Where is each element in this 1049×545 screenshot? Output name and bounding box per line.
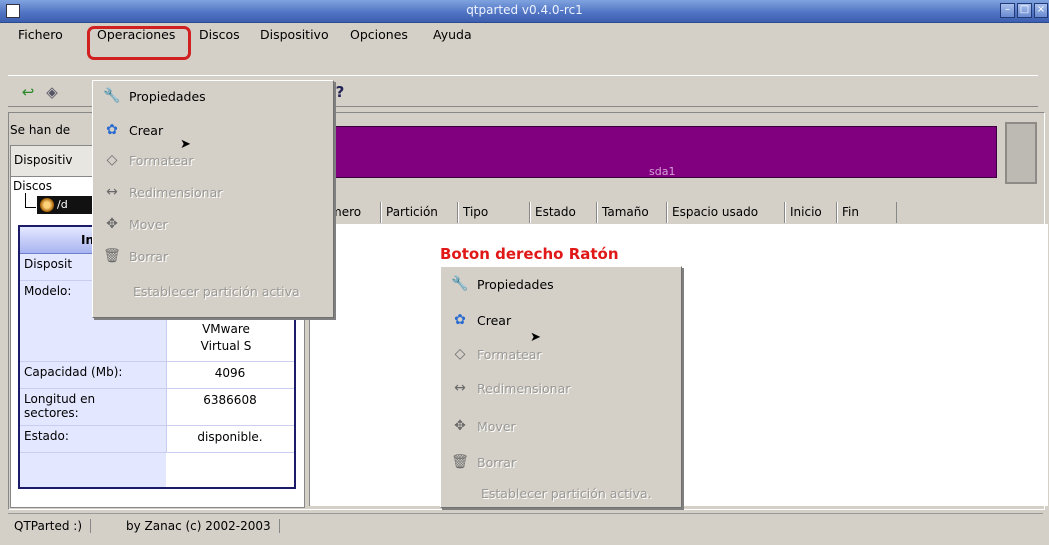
scrollbar-thumb[interactable] [1005,122,1037,184]
tree-root: Discos [13,179,53,193]
status-message: Se han de [10,123,71,137]
menu-item-label: Crear [477,313,512,328]
info-key: Disposit [24,257,73,271]
menu-item-label: Establecer partición activa [133,284,300,299]
info-value: 6386608 [203,393,257,407]
status-right: by Zanac (c) 2002-2003 [126,519,280,533]
eraser-icon: ◇ [106,152,118,168]
menu-item-crear[interactable]: ✿ Crear [441,305,681,335]
create-icon: ✿ [454,312,466,328]
menu-item-label: Borrar [129,249,169,264]
wrench-icon: 🔧 [103,88,121,104]
info-key: Estado: [24,429,69,443]
menu-item-propiedades[interactable]: 🔧 Propiedades [441,269,681,299]
col-estado[interactable]: Estado [530,202,597,223]
right-click-annotation: Boton derecho Ratón [440,245,619,263]
col-tamano[interactable]: Tamaño [597,202,667,223]
resize-icon: ↔ [454,380,466,396]
menu-item-label: Propiedades [477,277,554,292]
menu-item-establecer-activa[interactable]: Establecer partición activa. [441,478,681,508]
disk-icon[interactable]: ◈ [42,83,62,101]
close-button[interactable]: × [1034,3,1048,18]
mouse-cursor-icon: ➤ [530,330,541,345]
menu-item-mover[interactable]: ✥ Mover [441,411,681,441]
menu-item-label: Redimensionar [129,185,223,200]
trash-icon: 🗑 [103,248,121,264]
menu-item-label: Formatear [129,153,194,168]
menu-item-label: Formatear [477,347,542,362]
title-bar: qtparted v0.4.0-rc1 – □ × [0,0,1049,23]
menu-item-mover[interactable]: ✥ Mover [93,209,333,239]
minimize-button[interactable]: – [1000,3,1015,18]
info-value: 4096 [214,366,246,380]
menu-item-redimensionar[interactable]: ↔ Redimensionar [441,373,681,403]
col-espacio-usado[interactable]: Espacio usado [667,202,785,223]
menu-fichero[interactable]: Fichero [18,27,63,42]
menu-item-redimensionar[interactable]: ↔ Redimensionar [93,177,333,207]
operaciones-dropdown: 🔧 Propiedades ✿ Crear ◇ Formatear ↔ Redi… [92,80,334,318]
menu-item-borrar[interactable]: 🗑 Borrar [441,447,681,477]
maximize-button[interactable]: □ [1017,3,1032,18]
info-value: VMware Virtual S [200,322,252,353]
menu-ayuda[interactable]: Ayuda [433,27,472,42]
context-menu: 🔧 Propiedades ✿ Crear ◇ Formatear ↔ Redi… [440,266,682,508]
partition-label: sda1 [649,165,676,178]
info-key: Longitud en sectores: [24,392,96,420]
operaciones-highlight [87,26,191,60]
wrench-icon: 🔧 [451,276,469,292]
menu-item-crear[interactable]: ✿ Crear [93,115,333,145]
info-key: Modelo: [24,284,72,298]
menu-item-label: Borrar [477,455,517,470]
col-tipo[interactable]: Tipo [458,202,530,223]
menu-item-formatear[interactable]: ◇ Formatear [441,339,681,369]
mouse-cursor-icon: ➤ [180,137,191,152]
status-left: QTParted :) [14,519,92,533]
menu-discos[interactable]: Discos [199,27,240,42]
col-inicio[interactable]: Inicio [785,202,837,223]
eraser-icon: ◇ [454,346,466,362]
menu-item-label: Crear [129,123,164,138]
status-bar: QTParted :) by Zanac (c) 2002-2003 [8,513,1043,538]
table-header: mero Partición Tipo Estado Tamaño Espaci… [305,202,1049,223]
menu-item-label: Mover [129,217,168,232]
resize-icon: ↔ [106,184,118,200]
col-fin[interactable]: Fin [837,202,897,223]
col-particion[interactable]: Partición [381,202,458,223]
disk-icon [40,198,54,212]
create-icon: ✿ [106,122,118,138]
device-box[interactable]: Dispositiv [10,145,98,177]
menu-item-propiedades[interactable]: 🔧 Propiedades [93,81,333,111]
menu-item-label: Redimensionar [477,381,571,396]
info-row: Longitud en sectores: 6386608 [20,389,294,425]
menu-item-label: Mover [477,419,516,434]
move-icon: ✥ [454,418,466,434]
info-value: disponible. [197,430,263,444]
trash-icon: 🗑 [451,454,469,470]
tree-selected-label: /d [57,198,68,211]
back-arrow-icon[interactable]: ↩ [18,83,38,101]
partition-bar[interactable]: sda1 [325,126,997,178]
tree-branch [25,193,36,208]
info-row: Estado: disponible. [20,426,294,452]
device-box-label: Dispositiv [14,153,73,167]
info-row: Capacidad (Mb): 4096 [20,362,294,388]
window-title: qtparted v0.4.0-rc1 [466,3,583,17]
menu-item-label: Propiedades [129,89,206,104]
info-key: Capacidad (Mb): [24,365,123,379]
menu-item-establecer-activa[interactable]: Establecer partición activa [93,276,333,306]
menu-item-borrar[interactable]: 🗑 Borrar [93,241,333,271]
menu-dispositivo[interactable]: Dispositivo [260,27,329,42]
menu-item-label: Establecer partición activa. [481,486,652,501]
tree-selected-disk[interactable]: /d [37,196,97,214]
menu-opciones[interactable]: Opciones [350,27,408,42]
menu-item-formatear[interactable]: ◇ Formatear [93,145,333,175]
move-icon: ✥ [106,216,118,232]
